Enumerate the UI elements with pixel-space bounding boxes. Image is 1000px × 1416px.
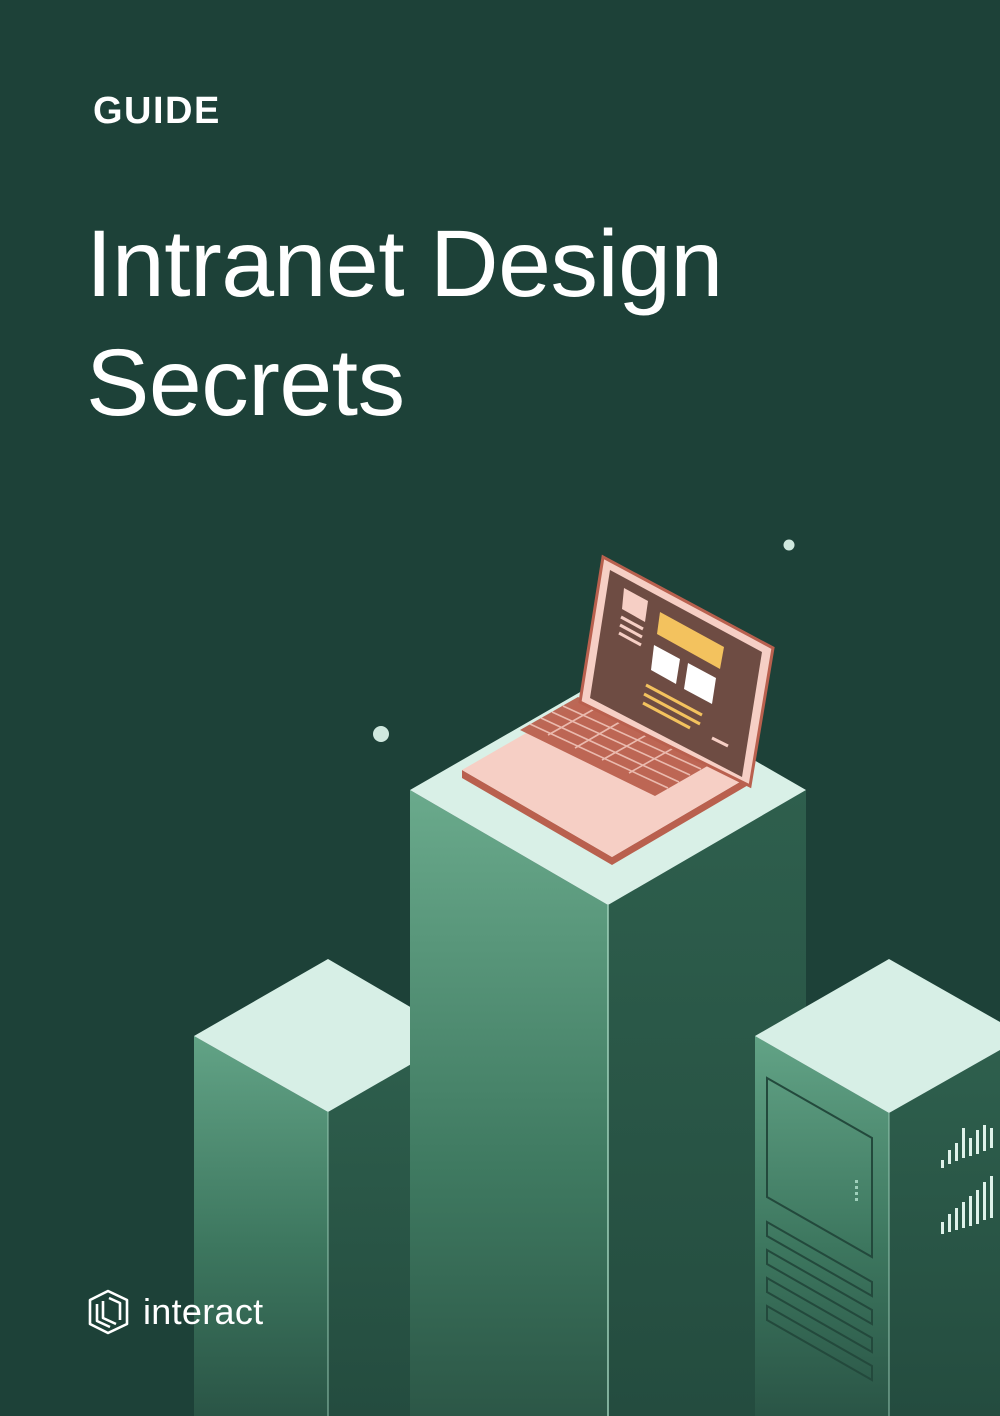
cover-title: Intranet Design Secrets (86, 205, 723, 443)
server-rack-icon (755, 959, 1000, 1416)
brand-name: interact (143, 1291, 264, 1332)
document-type-label: GUIDE (93, 90, 221, 132)
title-line: Secrets (86, 330, 405, 436)
title-line: Intranet Design (86, 211, 723, 317)
guide-cover: GUIDE Intranet Design Secrets interact (0, 0, 1000, 1416)
interact-logo-icon (88, 1289, 129, 1335)
sparkle-dot (373, 726, 389, 742)
brand-logo: interact (86, 1287, 263, 1337)
sparkle-dot (783, 539, 795, 551)
